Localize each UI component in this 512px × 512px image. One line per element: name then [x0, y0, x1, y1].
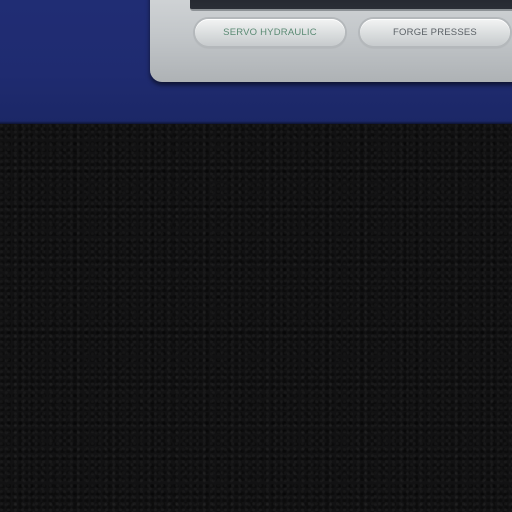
- navigation-panel: SERVO HYDRAULIC FORGE PRESSES: [150, 0, 512, 82]
- tab-servo-hydraulic-label: SERVO HYDRAULIC: [223, 27, 317, 38]
- page: SERVO HYDRAULIC FORGE PRESSES: [0, 0, 512, 512]
- tab-forge-presses-label: FORGE PRESSES: [393, 27, 477, 38]
- display-screen: [190, 0, 512, 11]
- tab-forge-presses[interactable]: FORGE PRESSES: [360, 19, 510, 46]
- tab-servo-hydraulic[interactable]: SERVO HYDRAULIC: [195, 19, 345, 46]
- leather-background: [0, 124, 512, 512]
